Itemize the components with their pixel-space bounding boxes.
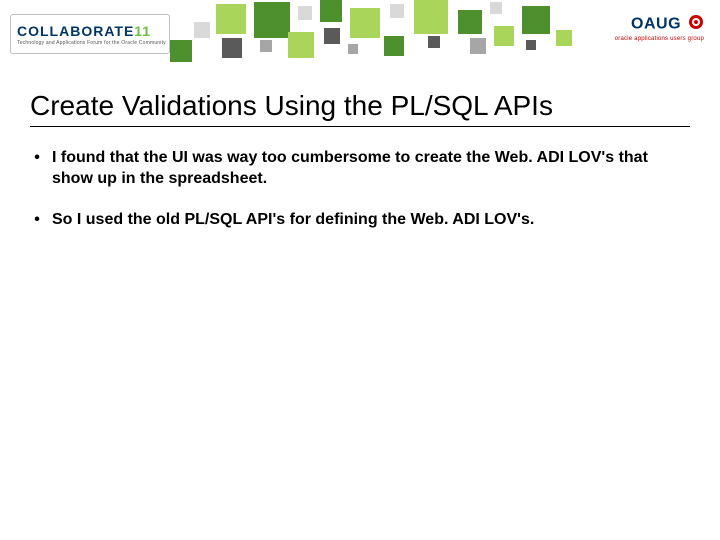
bullet-text: So I used the old PL/SQL API's for defin…	[52, 210, 680, 231]
oaug-brand-text: OAUG	[631, 16, 681, 33]
collaborate-tagline: Technology and Applications Forum for th…	[17, 40, 163, 46]
slide-header: COLLABORATE11 Technology and Application…	[0, 0, 720, 70]
collaborate-logo: COLLABORATE11 Technology and Application…	[10, 14, 170, 54]
slide-body: • I found that the UI was way too cumber…	[30, 148, 680, 250]
slide: COLLABORATE11 Technology and Application…	[0, 0, 720, 540]
decorative-squares	[170, 0, 580, 70]
gear-icon	[688, 14, 704, 35]
bullet-item: • I found that the UI was way too cumber…	[30, 148, 680, 190]
oaug-brand-line: OAUG	[615, 14, 704, 35]
slide-title: Create Validations Using the PL/SQL APIs	[30, 90, 690, 127]
oaug-tagline: oracle applications users group	[615, 36, 704, 42]
bullet-text: I found that the UI was way too cumberso…	[52, 148, 680, 190]
collaborate-brand-line: COLLABORATE11	[17, 23, 163, 39]
oaug-logo: OAUG oracle applications users group	[615, 14, 704, 42]
collaborate-brand-text: COLLABORATE	[17, 23, 134, 39]
bullet-item: • So I used the old PL/SQL API's for def…	[30, 210, 680, 231]
collaborate-year: 11	[134, 23, 151, 39]
bullet-dot-icon: •	[30, 148, 44, 169]
bullet-dot-icon: •	[30, 210, 44, 231]
